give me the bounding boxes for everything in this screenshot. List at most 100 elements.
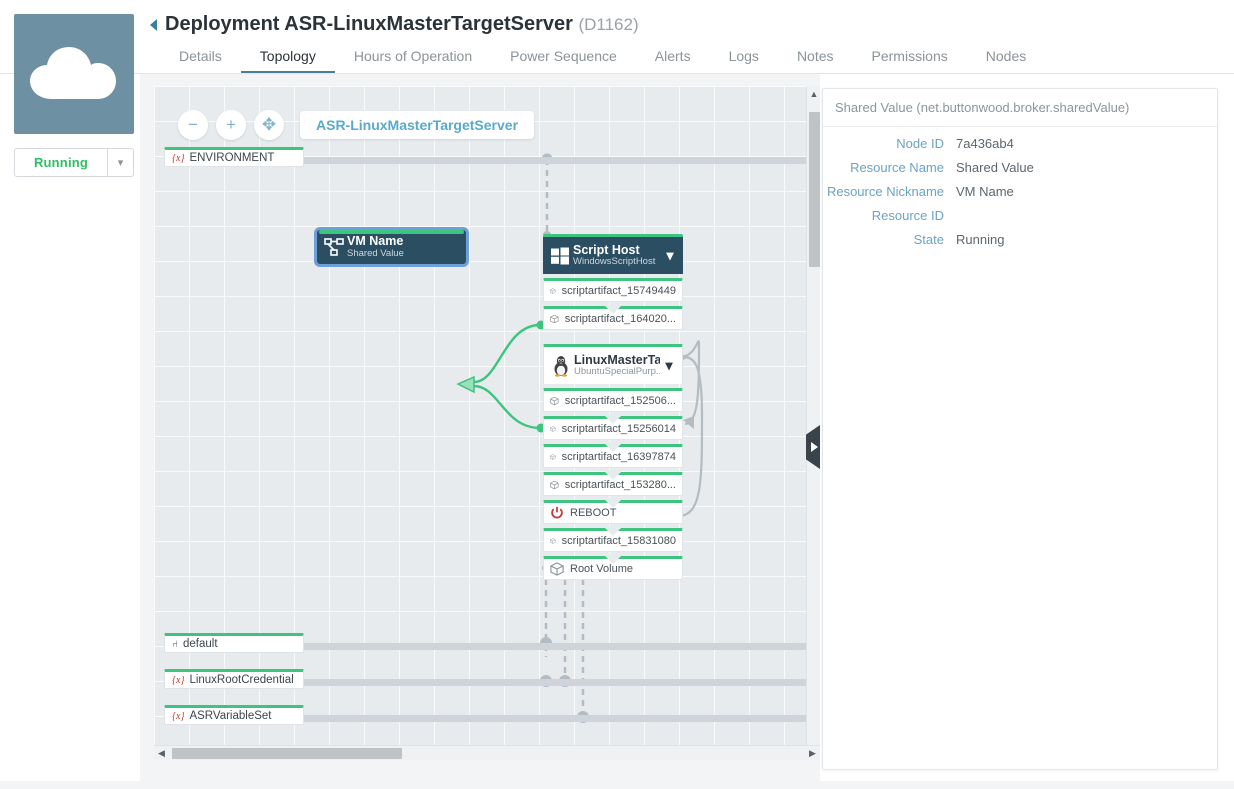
cloud-icon [30, 47, 116, 99]
topology-canvas-container: {x} ENVIRONMENT ⑁ default {x} LinuxRootC… [140, 74, 820, 789]
detail-row-resource-id: Resource ID [823, 208, 1217, 223]
variable-icon: {x} [172, 152, 185, 164]
lane-label: default [183, 638, 218, 650]
variable-icon: {x} [172, 674, 185, 686]
detail-label: Resource ID [871, 208, 944, 223]
deployment-name-chip[interactable]: ASR-LinuxMasterTargetServer [300, 111, 535, 139]
tab-power-sequence[interactable]: Power Sequence [491, 42, 636, 73]
node-linux-master-target[interactable]: LinuxMasterTar... UbuntuSpecialPurp... ▾ [543, 344, 683, 384]
artifact-row[interactable]: scriptartifact_153280... [543, 471, 683, 496]
pan-move-icon[interactable]: ✥ [254, 110, 284, 140]
artifact-label: scriptartifact_15749449 [561, 285, 676, 297]
node-subtitle: Shared Value [347, 247, 404, 259]
lane-label: LinuxRootCredential [189, 674, 294, 686]
artifact-row[interactable]: scriptartifact_152506... [543, 388, 683, 412]
node-title: LinuxMasterTar... [574, 352, 660, 367]
detail-row-resource-name: Resource Name Shared Value [823, 160, 1217, 175]
tab-topology[interactable]: Topology [240, 42, 335, 73]
horizontal-scroll-thumb[interactable] [172, 748, 402, 759]
detail-row-resource-nickname: Resource Nickname VM Name [823, 184, 1217, 199]
deployment-id: (D1162) [578, 15, 639, 34]
artifact-row[interactable]: scriptartifact_15256014 [543, 415, 683, 440]
vertical-scroll-thumb[interactable] [809, 112, 820, 267]
artifact-label: scriptartifact_15256014 [561, 423, 676, 435]
deployment-thumbnail [14, 14, 134, 134]
zoom-out-button[interactable]: − [178, 110, 208, 140]
package-icon [550, 288, 556, 294]
artifact-label: scriptartifact_164020... [564, 313, 676, 325]
package-icon [550, 314, 559, 324]
node-subtitle: WindowsScriptHost [573, 256, 656, 268]
node-script-host[interactable]: Script Host WindowsScriptHost ▾ [543, 234, 683, 274]
network-icon: ⑁ [172, 638, 178, 650]
lane-chip-default[interactable]: ⑁ default [164, 633, 304, 653]
node-vm-name[interactable]: VM Name Shared Value [314, 227, 469, 267]
scroll-left-arrow-icon[interactable]: ◀ [154, 746, 169, 760]
top-bar: Deployment ASR-LinuxMasterTargetServer (… [0, 0, 1234, 74]
artifact-label: REBOOT [570, 507, 617, 519]
chevron-down-icon[interactable]: ▾ [660, 357, 678, 374]
lane-label: ASRVariableSet [189, 710, 272, 722]
detail-value: 7a436ab4 [956, 136, 1014, 151]
lane-chip-linuxrootcredential[interactable]: {x} LinuxRootCredential [164, 669, 304, 689]
detail-row-node-id: Node ID 7a436ab4 [823, 136, 1217, 151]
node-stack: Script Host WindowsScriptHost ▾ scriptar… [543, 234, 683, 580]
artifact-row[interactable]: Root Volume [543, 555, 683, 580]
lane-chip-environment[interactable]: {x} ENVIRONMENT [164, 147, 304, 167]
artifact-label: scriptartifact_152506... [564, 395, 676, 407]
detail-label: State [913, 232, 944, 247]
page-title-text: Deployment ASR-LinuxMasterTargetServer [165, 13, 573, 35]
artifact-row[interactable]: scriptartifact_15749449 [543, 278, 683, 302]
collapse-arrow [810, 442, 818, 452]
back-caret-icon[interactable] [150, 19, 157, 31]
detail-label: Resource Nickname [826, 184, 944, 199]
chevron-down-icon[interactable]: ▾ [107, 149, 133, 176]
status-dropdown[interactable]: Running ▾ [14, 148, 134, 177]
package-icon [550, 396, 559, 406]
lane-label: ENVIRONMENT [189, 152, 275, 164]
package-icon [550, 480, 559, 490]
tab-permissions[interactable]: Permissions [853, 42, 967, 73]
tab-nodes[interactable]: Nodes [967, 42, 1045, 73]
status-badge: Running [33, 155, 89, 170]
lane-chip-asrvariableset[interactable]: {x} ASRVariableSet [164, 705, 304, 725]
node-subtitle: UbuntuSpecialPurp... [574, 366, 660, 378]
zoom-in-button[interactable]: + [216, 110, 246, 140]
node-title: Script Host [573, 242, 640, 257]
shared-value-icon [321, 237, 347, 257]
page-title: Deployment ASR-LinuxMasterTargetServer (… [165, 13, 639, 36]
linux-penguin-icon [548, 355, 574, 377]
package-icon [550, 426, 556, 432]
artifact-label: Root Volume [570, 563, 633, 575]
topology-edges [456, 153, 704, 723]
power-icon [551, 506, 563, 519]
scroll-right-arrow-icon[interactable]: ▶ [805, 746, 820, 760]
topology-canvas[interactable]: {x} ENVIRONMENT ⑁ default {x} LinuxRootC… [154, 86, 820, 760]
artifact-label: scriptartifact_15831080 [561, 535, 676, 547]
variable-icon: {x} [172, 710, 185, 722]
detail-label: Node ID [896, 136, 944, 151]
detail-panel-title: Shared Value (net.buttonwood.broker.shar… [823, 89, 1217, 127]
detail-label: Resource Name [850, 160, 944, 175]
artifact-label: scriptartifact_16397874 [561, 451, 676, 463]
canvas-vertical-scrollbar[interactable]: ▲ ▼ [806, 86, 820, 760]
package-icon [550, 562, 564, 576]
tab-alerts[interactable]: Alerts [636, 42, 710, 73]
chevron-down-icon[interactable]: ▾ [661, 247, 679, 264]
canvas-toolbar: − + ✥ ASR-LinuxMasterTargetServer [178, 110, 535, 140]
artifact-row-reboot[interactable]: REBOOT [543, 499, 683, 524]
tab-details[interactable]: Details [160, 42, 241, 73]
detail-value: Shared Value [956, 160, 1034, 175]
artifact-row[interactable]: scriptartifact_16397874 [543, 443, 683, 468]
tab-hours-of-operation[interactable]: Hours of Operation [335, 42, 491, 73]
package-icon [550, 538, 556, 544]
artifact-row[interactable]: scriptartifact_164020... [543, 305, 683, 330]
canvas-horizontal-scrollbar[interactable]: ◀ ▶ [154, 745, 820, 760]
detail-value: Running [956, 232, 1005, 247]
tab-notes[interactable]: Notes [778, 42, 853, 73]
detail-value: VM Name [956, 184, 1014, 199]
tab-logs[interactable]: Logs [710, 42, 778, 73]
node-title: VM Name [347, 234, 404, 249]
artifact-row[interactable]: scriptartifact_15831080 [543, 527, 683, 552]
scroll-up-arrow-icon[interactable]: ▲ [807, 86, 820, 102]
